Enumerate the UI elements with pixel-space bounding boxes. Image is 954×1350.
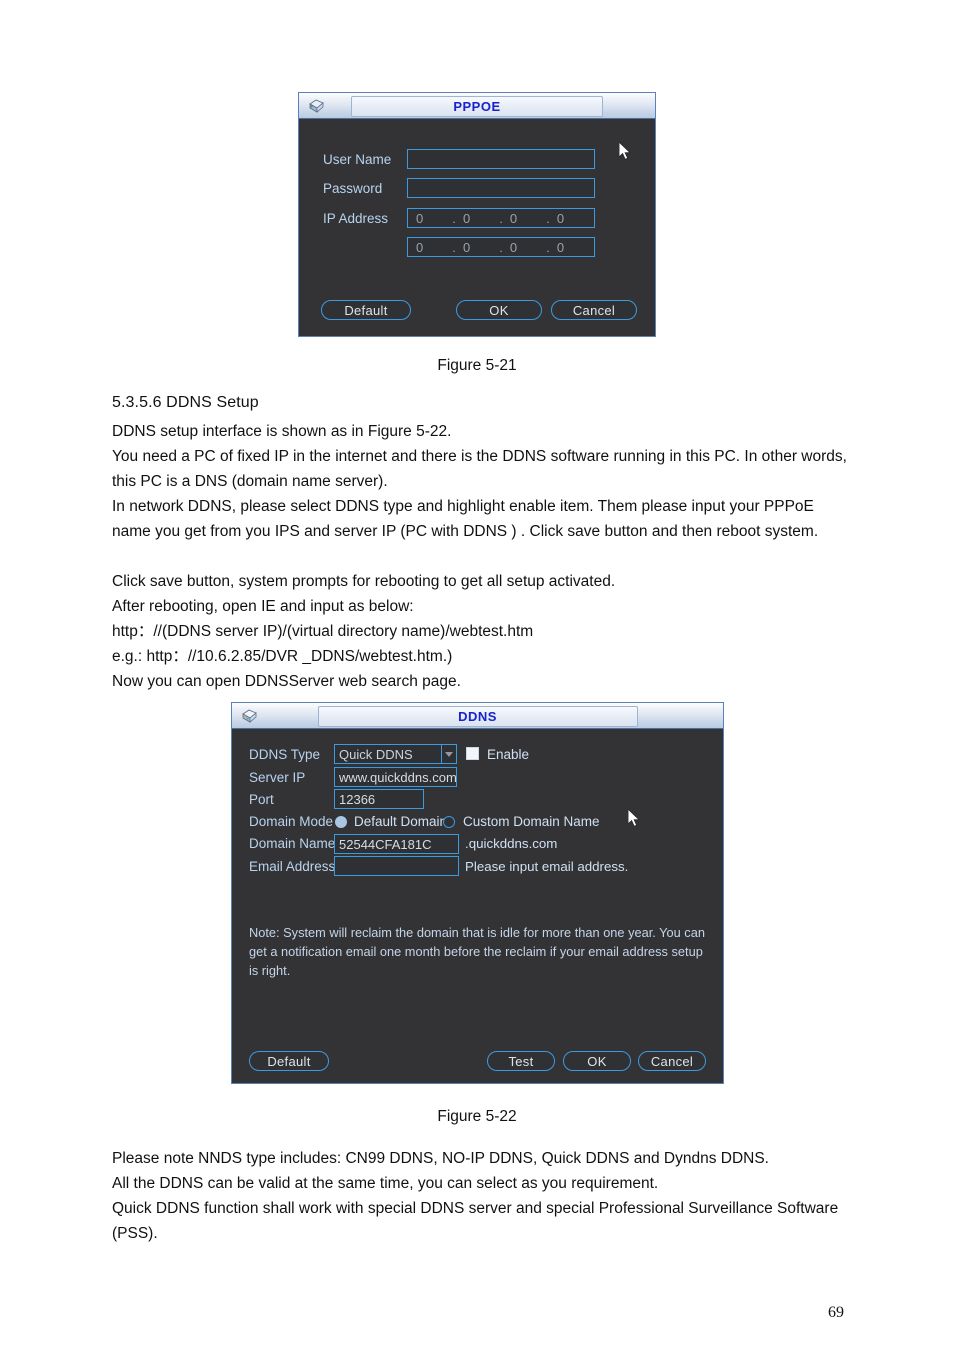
user-name-input[interactable] (407, 149, 595, 169)
server-ip-label: Server IP (249, 770, 306, 785)
ip2-dot-2: . (499, 239, 503, 255)
ddns-type-select[interactable]: Quick DDNS (334, 744, 457, 764)
paragraph-7: e.g.: http：//10.6.2.85/DVR _DDNS/webtest… (112, 648, 453, 665)
custom-domain-name-label: Custom Domain Name (463, 814, 600, 829)
port-input[interactable]: 12366 (334, 789, 424, 809)
ip2-octet-3: 0 (509, 239, 518, 255)
ip-address-label: IP Address (323, 211, 389, 226)
paragraph-2: You need a PC of fixed IP in the interne… (112, 448, 847, 491)
ddns-test-button[interactable]: Test (487, 1051, 555, 1071)
paragraph-1: DDNS setup interface is shown as in Figu… (112, 423, 452, 440)
ddns-cancel-button[interactable]: Cancel (638, 1051, 706, 1071)
footer-paragraph-2: All the DDNS can be valid at the same ti… (112, 1175, 659, 1192)
ip2-dot-3: . (546, 239, 550, 255)
port-label: Port (249, 792, 274, 807)
pppoe-default-button[interactable]: Default (321, 300, 411, 320)
paragraph-4: Click save button, system prompts for re… (112, 573, 616, 590)
ddns-body: DDNS Type Quick DDNS Enable Server IP ww… (232, 729, 723, 1083)
network-globe-icon (236, 705, 262, 727)
figure-5-22-caption: Figure 5-22 (437, 1108, 517, 1125)
domain-name-suffix: .quickddns.com (465, 836, 558, 851)
default-domain-label: Default Domain (354, 814, 448, 829)
section-heading: 5.3.5.6 DDNS Setup (112, 394, 259, 411)
ddns-title-plate: DDNS (317, 706, 638, 727)
paragraph-8: Now you can open DDNSServer web search p… (112, 673, 461, 690)
mouse-pointer-icon (618, 140, 633, 162)
pppoe-body: User Name Password IP Address 0 . 0 . 0 … (299, 119, 655, 336)
ddns-default-button[interactable]: Default (249, 1051, 329, 1071)
ip1-octet-3: 0 (509, 210, 518, 226)
reclaim-note: Note: System will reclaim the domain tha… (249, 925, 705, 978)
domain-name-input[interactable]: 52544CFA181C (334, 834, 459, 854)
enable-label: Enable (487, 747, 530, 762)
ip1-octet-2: 0 (462, 210, 471, 226)
ddns-dialog: DDNS DDNS Type Quick DDNS Enable Server … (231, 702, 724, 1084)
pppoe-cancel-button[interactable]: Cancel (551, 300, 637, 320)
radio-custom-domain-name[interactable] (443, 816, 455, 828)
enable-checkbox[interactable] (466, 747, 479, 760)
ip2-octet-2: 0 (462, 239, 471, 255)
radio-default-domain[interactable] (335, 816, 347, 828)
password-label: Password (323, 181, 383, 196)
domain-mode-label: Domain Mode (249, 814, 334, 829)
chevron-down-icon[interactable] (441, 745, 456, 763)
ip-address-input-1[interactable]: 0 . 0 . 0 . 0 (407, 208, 595, 228)
ddns-ok-button[interactable]: OK (563, 1051, 631, 1071)
domain-name-label: Domain Name (249, 836, 336, 851)
pppoe-title: PPPOE (453, 99, 501, 114)
ddns-title: DDNS (458, 709, 497, 724)
user-name-label: User Name (323, 152, 392, 167)
password-input[interactable] (407, 178, 595, 198)
ip1-octet-1: 0 (416, 210, 424, 226)
ip2-octet-4: 0 (556, 239, 565, 255)
ip1-dot-1: . (452, 210, 456, 226)
footer-paragraph-3: Quick DDNS function shall work with spec… (112, 1200, 839, 1243)
ddns-type-value: Quick DDNS (339, 746, 413, 762)
ddns-type-label: DDNS Type (249, 747, 321, 762)
network-globe-icon (303, 95, 329, 117)
server-ip-input[interactable]: www.quickddns.com (334, 767, 457, 787)
paragraph-6: http：//(DDNS server IP)/(virtual directo… (112, 623, 534, 640)
ip2-dot-1: . (452, 239, 456, 255)
pppoe-dialog: PPPOE User Name Password IP Address 0 . … (298, 92, 656, 337)
pppoe-titlebar: PPPOE (299, 93, 655, 119)
ip-address-input-2[interactable]: 0 . 0 . 0 . 0 (407, 237, 595, 257)
email-address-hint: Please input email address. (465, 859, 629, 874)
mouse-pointer-icon (627, 807, 642, 829)
email-address-input[interactable] (334, 856, 459, 876)
paragraph-3: In network DDNS, please select DDNS type… (112, 498, 819, 541)
footer-paragraph-1: Please note NNDS type includes: CN99 DDN… (112, 1150, 769, 1167)
pppoe-ok-button[interactable]: OK (456, 300, 542, 320)
figure-5-21-caption: Figure 5-21 (437, 357, 517, 374)
ip1-octet-4: 0 (556, 210, 565, 226)
ip1-dot-3: . (546, 210, 550, 226)
ip1-dot-2: . (499, 210, 503, 226)
ip2-octet-1: 0 (416, 239, 424, 255)
ddns-titlebar: DDNS (232, 703, 723, 729)
paragraph-5: After rebooting, open IE and input as be… (112, 598, 414, 615)
email-address-label: Email Address (249, 859, 336, 874)
pppoe-title-plate: PPPOE (351, 96, 603, 117)
page-number: 69 (828, 1304, 844, 1321)
